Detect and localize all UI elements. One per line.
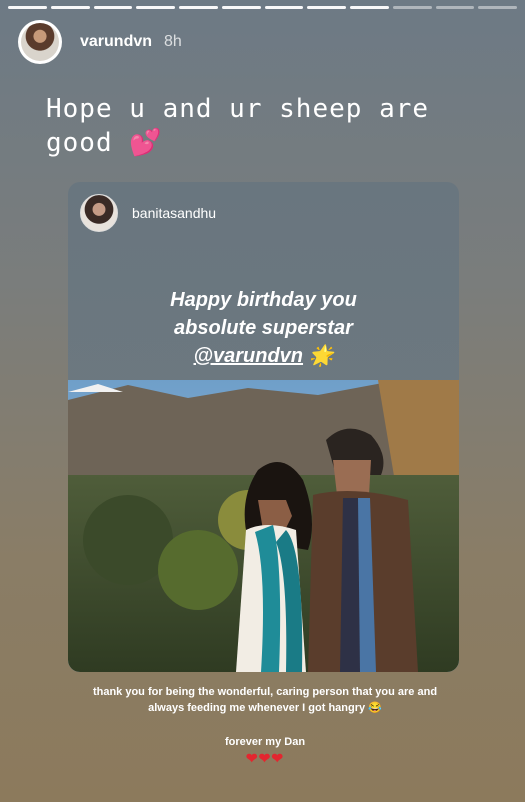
progress-segment (136, 6, 175, 9)
footer-signoff: forever my Dan (224, 736, 306, 748)
shared-text-line1: Happy birthday you (170, 289, 357, 311)
shared-post-username[interactable]: banitasandhu (132, 205, 216, 221)
red-hearts-icon: ❤❤❤ (245, 750, 285, 766)
shared-post-text: Happy birthday you absolute superstar @v… (68, 286, 459, 370)
progress-segment (435, 6, 475, 9)
progress-segment (264, 6, 304, 9)
footer-message: thank you for being the wonderful, carin… (92, 686, 438, 714)
shared-post-card[interactable]: banitasandhu Happy birthday you absolute… (68, 182, 459, 672)
post-time: 8h (164, 33, 182, 50)
progress-segment (50, 6, 90, 9)
caption-text: Hope u and ur sheep are good (46, 94, 430, 158)
progress-segment (221, 6, 261, 9)
shared-post-header[interactable]: banitasandhu (80, 194, 216, 232)
progress-segment (392, 6, 432, 9)
shared-photo (68, 380, 459, 672)
tears-of-joy-icon: 😂 (368, 702, 382, 714)
glowing-star-icon: 🌟 (308, 345, 334, 367)
two-hearts-icon: 💕 (129, 128, 163, 158)
progress-segment (307, 6, 346, 9)
story-progress-bar (8, 6, 517, 9)
progress-segment (179, 6, 218, 9)
author-username[interactable]: varundvn (80, 33, 152, 51)
story-footer: thank you for being the wonderful, carin… (80, 684, 450, 766)
progress-segment (93, 6, 133, 9)
shared-post-avatar[interactable] (80, 194, 118, 232)
progress-segment (8, 6, 47, 9)
progress-segment (478, 6, 517, 9)
story-caption: Hope u and ur sheep are good 💕 (46, 92, 486, 160)
progress-segment (350, 6, 389, 9)
shared-text-line2: absolute superstar (174, 317, 353, 339)
author-avatar[interactable] (18, 20, 62, 64)
mention-link[interactable]: @varundvn (194, 345, 304, 367)
story-header: varundvn 8h (18, 20, 182, 64)
